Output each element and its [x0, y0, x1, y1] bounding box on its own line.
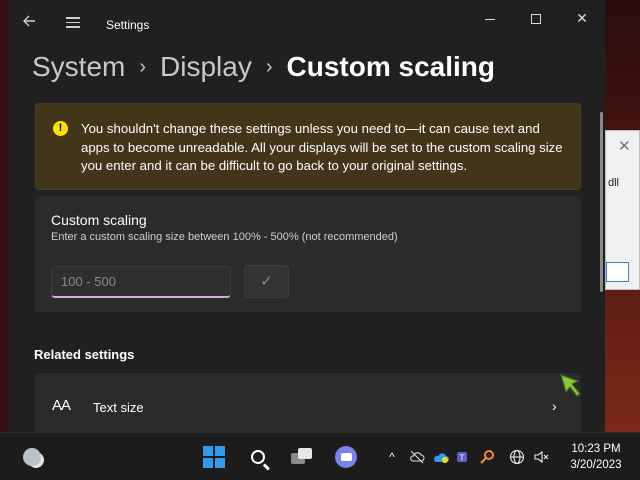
clock-time: 10:23 PM — [571, 443, 621, 455]
cursor-icon — [560, 374, 581, 397]
app-title: Settings — [106, 18, 150, 32]
onedrive-icon[interactable] — [430, 433, 452, 480]
teams-chat-icon[interactable] — [332, 433, 360, 480]
svg-text:T: T — [460, 454, 465, 463]
minimize-button[interactable] — [470, 8, 510, 28]
warning-banner: ! You shouldn't change these settings un… — [35, 103, 581, 190]
page-title: Custom scaling — [286, 51, 495, 82]
task-view-icon[interactable] — [288, 433, 316, 480]
settings-window: Settings ✕ System › Display › Custom sca… — [8, 0, 605, 432]
custom-scaling-card: Custom scaling Enter a custom scaling si… — [35, 196, 581, 312]
maximize-button[interactable] — [516, 8, 556, 28]
search-key-icon[interactable] — [476, 433, 498, 480]
breadcrumb-system[interactable]: System — [32, 51, 125, 83]
breadcrumb-display[interactable]: Display — [160, 51, 252, 83]
custom-scaling-description: Enter a custom scaling size between 100%… — [51, 231, 398, 243]
background-dialog-input[interactable] — [606, 262, 629, 282]
warning-icon: ! — [53, 121, 68, 136]
volume-muted-icon[interactable] — [530, 433, 552, 480]
weather-widget-icon[interactable] — [18, 433, 46, 480]
cloud-off-icon[interactable] — [406, 433, 428, 480]
hamburger-menu-icon[interactable] — [64, 14, 84, 34]
clock-date: 3/20/2023 — [570, 459, 622, 471]
search-icon[interactable] — [244, 433, 272, 480]
custom-scaling-title: Custom scaling — [51, 212, 147, 228]
maximize-icon — [531, 14, 541, 25]
custom-scaling-input[interactable] — [51, 266, 231, 298]
breadcrumb: System › Display › Custom scaling — [32, 48, 495, 86]
desktop-background-left — [0, 0, 8, 432]
back-arrow-icon[interactable] — [22, 14, 42, 34]
vertical-scrollbar[interactable] — [600, 112, 603, 292]
start-button-icon[interactable] — [200, 433, 228, 480]
warning-text: You shouldn't change these settings unle… — [81, 121, 563, 173]
close-button[interactable]: ✕ — [562, 8, 602, 28]
chevron-right-icon: › — [552, 398, 557, 414]
background-dialog[interactable]: ✕ dll — [605, 130, 640, 290]
title-bar: Settings ✕ — [8, 0, 605, 40]
breadcrumb-chevron-icon: › — [139, 55, 147, 78]
text-size-icon: AA — [52, 397, 71, 414]
system-clock[interactable]: 10:23 PM 3/20/2023 — [560, 433, 632, 480]
breadcrumb-chevron-icon: › — [265, 55, 273, 78]
teams-tray-icon[interactable]: T — [452, 433, 474, 480]
minimize-icon — [485, 18, 495, 20]
related-settings-heading: Related settings — [34, 347, 135, 362]
background-dialog-close-icon[interactable]: ✕ — [618, 137, 631, 155]
taskbar: ^ T 10:23 PM 3/20/2023 — [0, 432, 640, 480]
background-dialog-text: dll — [608, 177, 620, 189]
globe-icon[interactable] — [506, 433, 528, 480]
apply-checkmark-button[interactable]: ✓ — [244, 265, 289, 298]
text-size-label: Text size — [93, 400, 144, 415]
text-size-link[interactable]: AA Text size › — [35, 373, 581, 432]
show-hidden-icons-chevron-icon[interactable]: ^ — [382, 433, 402, 480]
